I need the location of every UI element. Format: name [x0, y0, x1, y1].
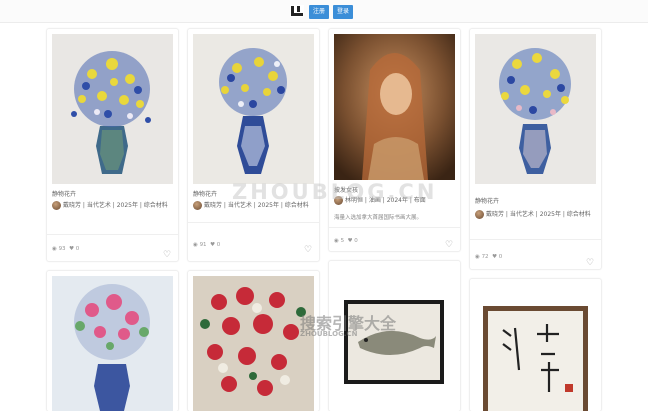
avatar[interactable]	[52, 201, 61, 210]
artwork-card[interactable]: 静物花卉 戴晓芳 | 当代艺术 | 2025年 | 综合材料 ◉ 72 ♥ 0 …	[470, 29, 601, 269]
artwork-image[interactable]	[334, 34, 455, 180]
artwork-stats: ◉ 93 ♥ 0	[52, 246, 79, 252]
artist-name[interactable]: 戴晓芳	[486, 211, 504, 218]
artwork-info: 当代艺术 | 2025年 | 综合材料	[227, 202, 309, 209]
eye-icon: ◉	[52, 246, 57, 252]
artwork-image[interactable]	[334, 266, 455, 411]
artwork-image[interactable]	[475, 34, 596, 184]
avatar[interactable]	[334, 196, 343, 205]
like-count: 0	[354, 238, 358, 244]
artwork-image[interactable]	[52, 276, 173, 411]
divider	[188, 222, 319, 223]
view-count: 91	[199, 242, 207, 248]
divider	[329, 227, 460, 228]
artwork-info: 油画 | 2024年 | 布面	[368, 197, 426, 204]
artwork-title[interactable]: 静物花卉	[193, 189, 217, 198]
view-count: 72	[481, 254, 489, 260]
top-bar: 注册 登录	[0, 0, 648, 23]
heart-icon[interactable]: ♡	[163, 251, 173, 260]
artwork-meta: 戴晓芳 | 当代艺术 | 2025年 | 综合材料	[193, 201, 314, 211]
artwork-description: 海量入选加拿大首届国际书画大展。	[334, 215, 423, 221]
artwork-stats: ◉ 91 ♥ 0	[193, 242, 220, 248]
avatar[interactable]	[193, 201, 202, 210]
artist-name[interactable]: 戴晓芳	[63, 202, 81, 209]
eye-icon: ◉	[475, 254, 480, 260]
artwork-card[interactable]	[188, 271, 319, 411]
login-button[interactable]: 登录	[333, 5, 353, 19]
thumb-icon: ♥	[347, 238, 353, 244]
artwork-meta: 戴晓芳 | 当代艺术 | 2025年 | 综合材料	[475, 210, 596, 220]
artwork-info: 当代艺术 | 2025年 | 综合材料	[86, 202, 168, 209]
artwork-image[interactable]	[193, 276, 314, 411]
like-count: 0	[75, 246, 80, 252]
artwork-title[interactable]: 静物花卉	[52, 189, 76, 198]
view-count: 5	[340, 238, 345, 244]
eye-icon: ◉	[334, 238, 339, 244]
site-logo-icon[interactable]	[290, 5, 304, 17]
artwork-meta: 戴晓芳 | 当代艺术 | 2025年 | 综合材料	[52, 201, 173, 211]
artwork-title[interactable]: 静物花卉	[475, 196, 499, 205]
artwork-card[interactable]: 静物花卉 戴晓芳 | 当代艺术 | 2025年 | 综合材料 ◉ 91 ♥ 0 …	[188, 29, 319, 261]
divider	[47, 234, 178, 235]
like-count: 0	[216, 242, 221, 248]
heart-icon[interactable]: ♡	[445, 241, 455, 250]
thumb-icon: ♥	[69, 246, 74, 252]
view-count: 93	[58, 246, 66, 252]
artist-name[interactable]: 林明恒	[345, 197, 363, 204]
artwork-card[interactable]: 披发女孩 林明恒 | 油画 | 2024年 | 布面 海量入选加拿大首届国际书画…	[329, 29, 460, 251]
artwork-card[interactable]	[47, 271, 178, 411]
artwork-card[interactable]	[329, 261, 460, 411]
artwork-stats: ◉ 5 ♥ 0	[334, 238, 358, 244]
heart-icon[interactable]: ♡	[586, 259, 596, 268]
like-count: 0	[498, 254, 503, 260]
artwork-image[interactable]	[193, 34, 314, 184]
artwork-stats: ◉ 72 ♥ 0	[475, 254, 502, 260]
thumb-icon: ♥	[210, 242, 215, 248]
artist-name[interactable]: 戴晓芳	[204, 202, 222, 209]
heart-icon[interactable]: ♡	[304, 246, 314, 255]
artwork-card[interactable]: 静物花卉 戴晓芳 | 当代艺术 | 2025年 | 综合材料 ◉ 93 ♥ 0 …	[47, 29, 178, 261]
avatar[interactable]	[475, 210, 484, 219]
artwork-title[interactable]: 披发女孩	[334, 185, 358, 194]
artwork-meta: 林明恒 | 油画 | 2024年 | 布面	[334, 196, 455, 206]
thumb-icon: ♥	[492, 254, 497, 260]
divider	[470, 239, 601, 240]
artwork-info: 当代艺术 | 2025年 | 综合材料	[509, 211, 591, 218]
register-button[interactable]: 注册	[309, 5, 329, 19]
eye-icon: ◉	[193, 242, 198, 248]
artwork-card[interactable]	[470, 279, 601, 411]
artwork-image[interactable]	[52, 34, 173, 184]
artwork-image[interactable]	[475, 284, 596, 411]
